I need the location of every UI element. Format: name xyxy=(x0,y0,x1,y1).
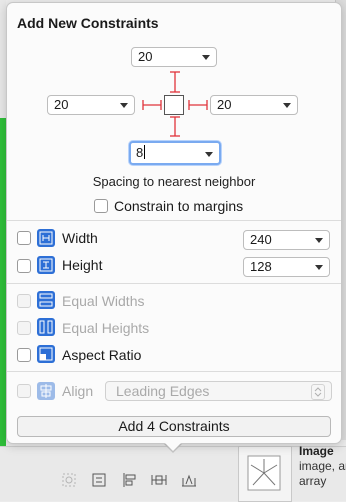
divider xyxy=(7,371,341,372)
top-spacing-value: 20 xyxy=(138,49,153,64)
aspect-ratio-icon xyxy=(37,345,55,363)
chevron-down-icon xyxy=(120,103,128,108)
stack-refresh-icon[interactable] xyxy=(58,470,80,490)
popover-title: Add New Constraints xyxy=(17,15,159,31)
divider xyxy=(7,220,341,221)
right-spacing-value: 20 xyxy=(217,97,232,112)
right-constraint-icon[interactable] xyxy=(188,100,208,110)
left-spacing-value: 20 xyxy=(54,97,69,112)
chevron-down-icon xyxy=(283,103,291,108)
height-label: Height xyxy=(62,257,103,273)
spacing-caption: Spacing to nearest neighbor xyxy=(92,174,256,189)
text-cursor xyxy=(144,145,146,159)
align-tool-icon[interactable] xyxy=(118,470,140,490)
editor-bottom-bar xyxy=(0,446,346,501)
left-constraint-icon[interactable] xyxy=(142,100,162,110)
equal-heights-label: Equal Heights xyxy=(62,320,150,336)
aspect-ratio-label: Aspect Ratio xyxy=(62,347,142,363)
resolve-issues-icon[interactable] xyxy=(178,470,200,490)
bottom-constraint-icon[interactable] xyxy=(170,116,180,137)
image-view-thumbnail[interactable] xyxy=(238,446,292,502)
popover-arrow-fill xyxy=(161,439,185,451)
chevron-down-icon xyxy=(315,238,323,243)
chevron-down-icon xyxy=(202,55,210,60)
width-value: 240 xyxy=(250,232,272,247)
constrain-to-margins-checkbox[interactable] xyxy=(94,199,108,213)
height-value-dropdown[interactable]: 128 xyxy=(243,257,330,277)
align-icon xyxy=(37,382,55,400)
library-item-title: Image xyxy=(299,444,334,458)
align-select-value: Leading Edges xyxy=(116,383,210,399)
align-label: Align xyxy=(62,383,94,399)
width-value-dropdown[interactable]: 240 xyxy=(243,230,330,250)
add-constraints-button[interactable]: Add 4 Constraints xyxy=(17,416,331,437)
height-constraint-icon xyxy=(37,256,55,274)
top-constraint-icon[interactable] xyxy=(170,71,180,93)
equal-widths-label: Equal Widths xyxy=(62,293,145,309)
selected-view-box xyxy=(164,95,184,115)
equal-heights-icon xyxy=(37,318,55,336)
add-constraints-popover: Add New Constraints 20 20 20 8 Spacing t… xyxy=(6,2,342,444)
divider xyxy=(7,283,341,284)
aspect-ratio-checkbox[interactable] xyxy=(17,348,31,362)
pin-tool-icon[interactable] xyxy=(148,470,170,490)
embed-stack-icon[interactable] xyxy=(88,470,110,490)
updown-chevron-icon xyxy=(311,384,325,400)
equal-widths-icon xyxy=(37,291,55,309)
right-spacing-dropdown[interactable]: 20 xyxy=(210,95,298,115)
top-spacing-dropdown[interactable]: 20 xyxy=(131,47,217,67)
left-spacing-dropdown[interactable]: 20 xyxy=(47,95,135,115)
width-label: Width xyxy=(62,230,98,246)
bottom-spacing-dropdown[interactable]: 8 xyxy=(129,141,221,165)
width-constraint-icon xyxy=(37,229,55,247)
align-checkbox[interactable] xyxy=(17,384,31,398)
bottom-spacing-value[interactable]: 8 xyxy=(136,143,143,163)
chevron-down-icon xyxy=(205,152,213,157)
height-value: 128 xyxy=(250,259,272,274)
width-checkbox[interactable] xyxy=(17,231,31,245)
equal-heights-checkbox[interactable] xyxy=(17,321,31,335)
library-item-description: image, an array xyxy=(299,459,346,488)
equal-widths-checkbox[interactable] xyxy=(17,294,31,308)
chevron-down-icon xyxy=(315,265,323,270)
height-checkbox[interactable] xyxy=(17,259,31,273)
constrain-to-margins-label: Constrain to margins xyxy=(114,198,244,214)
align-select[interactable]: Leading Edges xyxy=(105,381,332,401)
